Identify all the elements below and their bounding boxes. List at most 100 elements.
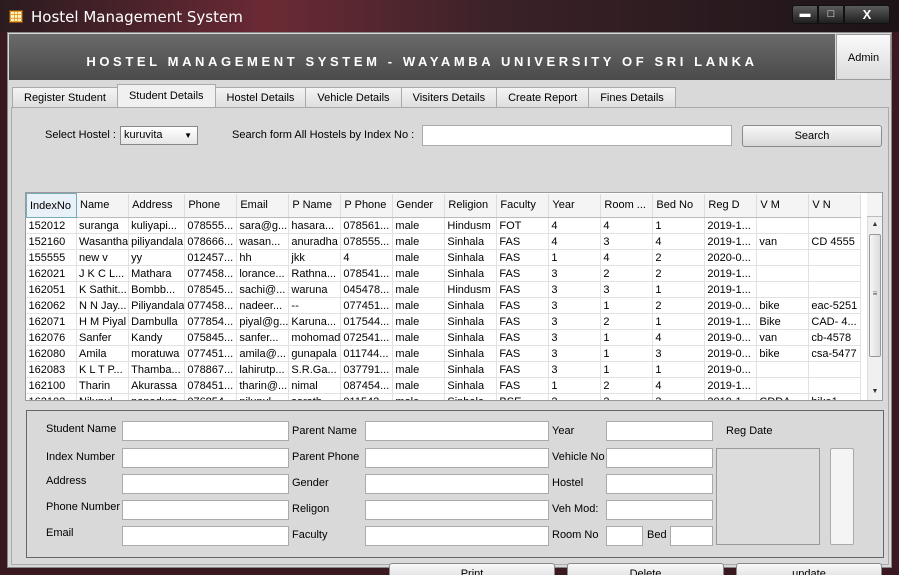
- table-cell[interactable]: 2019-1...: [704, 377, 758, 394]
- table-cell[interactable]: 037791...: [340, 361, 394, 378]
- table-cell[interactable]: wasan...: [236, 233, 290, 250]
- table-cell[interactable]: 1: [652, 217, 706, 234]
- table-cell[interactable]: Bombb...: [128, 281, 186, 298]
- year-field[interactable]: [606, 421, 713, 441]
- table-cell[interactable]: --: [288, 297, 342, 314]
- table-cell[interactable]: [756, 249, 810, 266]
- table-cell[interactable]: FAS: [496, 233, 550, 250]
- table-cell[interactable]: 2019-0...: [704, 329, 758, 346]
- table-cell[interactable]: 078666...: [184, 233, 238, 250]
- table-cell[interactable]: anuradha: [288, 233, 342, 250]
- table-cell[interactable]: 078451...: [184, 377, 238, 394]
- table-cell[interactable]: 2019-0...: [704, 345, 758, 362]
- table-cell[interactable]: 2: [600, 393, 654, 400]
- table-row[interactable]: 162080 Amila moratuwa 077451... amila@... gun…: [26, 345, 862, 362]
- table-cell[interactable]: FAS: [496, 377, 550, 394]
- table-cell[interactable]: 077458...: [184, 265, 238, 282]
- table-cell[interactable]: 162051: [26, 281, 77, 298]
- table-cell[interactable]: panadura: [128, 393, 186, 400]
- column-header[interactable]: Faculty: [496, 193, 550, 218]
- table-cell[interactable]: 162083: [26, 361, 77, 378]
- admin-button[interactable]: Admin: [836, 34, 891, 80]
- table-cell[interactable]: 078867...: [184, 361, 238, 378]
- table-cell[interactable]: FAS: [496, 249, 550, 266]
- table-cell[interactable]: 076854...: [184, 393, 238, 400]
- table-cell[interactable]: Tharin: [76, 377, 130, 394]
- column-header[interactable]: Bed No: [652, 193, 706, 218]
- table-cell[interactable]: 077458...: [184, 297, 238, 314]
- table-cell[interactable]: hh: [236, 249, 290, 266]
- table-cell[interactable]: male: [392, 217, 446, 234]
- table-cell[interactable]: 1: [548, 249, 602, 266]
- update-button[interactable]: update: [736, 563, 882, 575]
- table-cell[interactable]: Sinhala: [444, 377, 498, 394]
- table-cell[interactable]: 2019-1...: [704, 393, 758, 400]
- table-cell[interactable]: H M Piyal: [76, 313, 130, 330]
- table-cell[interactable]: 162100: [26, 377, 77, 394]
- scroll-down-icon[interactable]: ▼: [868, 385, 882, 399]
- column-header[interactable]: IndexNo: [26, 193, 77, 218]
- table-cell[interactable]: Sinhala: [444, 345, 498, 362]
- print-button[interactable]: Print: [389, 563, 555, 575]
- table-row[interactable]: 162071 H M Piyal Dambulla 077854... piyal@g.…: [26, 313, 862, 330]
- table-cell[interactable]: van: [756, 329, 810, 346]
- table-cell[interactable]: tharin@...: [236, 377, 290, 394]
- phone-number-field[interactable]: [122, 500, 289, 520]
- table-cell[interactable]: K Sathit...: [76, 281, 130, 298]
- table-cell[interactable]: Hindusm: [444, 217, 498, 234]
- table-cell[interactable]: Sinhala: [444, 265, 498, 282]
- table-cell[interactable]: lahirutp...: [236, 361, 290, 378]
- table-cell[interactable]: 1: [600, 329, 654, 346]
- table-cell[interactable]: male: [392, 265, 446, 282]
- table-cell[interactable]: 2019-1...: [704, 281, 758, 298]
- table-row[interactable]: 162062 N N Jay... Piliyandala 077458... nade…: [26, 297, 862, 314]
- table-cell[interactable]: 4: [340, 249, 394, 266]
- table-cell[interactable]: amila@...: [236, 345, 290, 362]
- table-cell[interactable]: [808, 217, 862, 234]
- table-cell[interactable]: 072541...: [340, 329, 394, 346]
- table-cell[interactable]: Wasantha: [76, 233, 130, 250]
- grid-vertical-scrollbar[interactable]: ▲ ≡ ▼: [867, 217, 882, 400]
- bed-field[interactable]: [670, 526, 713, 546]
- students-table[interactable]: IndexNo Name Address Phone Email P Name P Phon…: [25, 192, 883, 401]
- table-cell[interactable]: male: [392, 393, 446, 400]
- column-header[interactable]: Room ...: [600, 193, 654, 218]
- table-cell[interactable]: 3: [548, 345, 602, 362]
- tab-fines-details[interactable]: Fines Details: [588, 87, 676, 107]
- table-cell[interactable]: lorance...: [236, 265, 290, 282]
- column-header[interactable]: Phone: [184, 193, 238, 218]
- table-cell[interactable]: Sinhala: [444, 297, 498, 314]
- tab-hostel-details[interactable]: Hostel Details: [214, 87, 307, 107]
- table-cell[interactable]: [808, 249, 862, 266]
- table-cell[interactable]: Bike: [756, 313, 810, 330]
- table-cell[interactable]: BSE: [496, 393, 550, 400]
- table-cell[interactable]: 152012: [26, 217, 77, 234]
- table-cell[interactable]: 3: [652, 393, 706, 400]
- table-cell[interactable]: Rathna...: [288, 265, 342, 282]
- gender-field[interactable]: [365, 474, 549, 494]
- table-cell[interactable]: Hindusm: [444, 281, 498, 298]
- table-cell[interactable]: 2019-0...: [704, 297, 758, 314]
- table-row[interactable]: 162021 J K C L... Mathara 077458... lorance.…: [26, 265, 862, 282]
- tab-student-details[interactable]: Student Details: [116, 84, 216, 107]
- table-cell[interactable]: S.R.Ga...: [288, 361, 342, 378]
- table-cell[interactable]: 3: [600, 233, 654, 250]
- table-cell[interactable]: sachi@...: [236, 281, 290, 298]
- table-cell[interactable]: [756, 265, 810, 282]
- scroll-thumb[interactable]: ≡: [869, 234, 881, 357]
- column-header[interactable]: P Name: [288, 193, 342, 218]
- table-cell[interactable]: 162102: [26, 393, 77, 400]
- table-cell[interactable]: csa-5477: [808, 345, 862, 362]
- table-cell[interactable]: [808, 361, 862, 378]
- table-cell[interactable]: male: [392, 345, 446, 362]
- minimize-button[interactable]: ▬: [792, 5, 818, 24]
- table-cell[interactable]: 1: [548, 377, 602, 394]
- table-cell[interactable]: 011744...: [340, 345, 394, 362]
- table-cell[interactable]: 3: [548, 281, 602, 298]
- table-cell[interactable]: Amila: [76, 345, 130, 362]
- table-cell[interactable]: 3: [548, 329, 602, 346]
- table-cell[interactable]: 4: [652, 377, 706, 394]
- column-header[interactable]: V M: [756, 193, 810, 218]
- table-cell[interactable]: Sanfer: [76, 329, 130, 346]
- reg-date-scrollbar[interactable]: [830, 448, 854, 545]
